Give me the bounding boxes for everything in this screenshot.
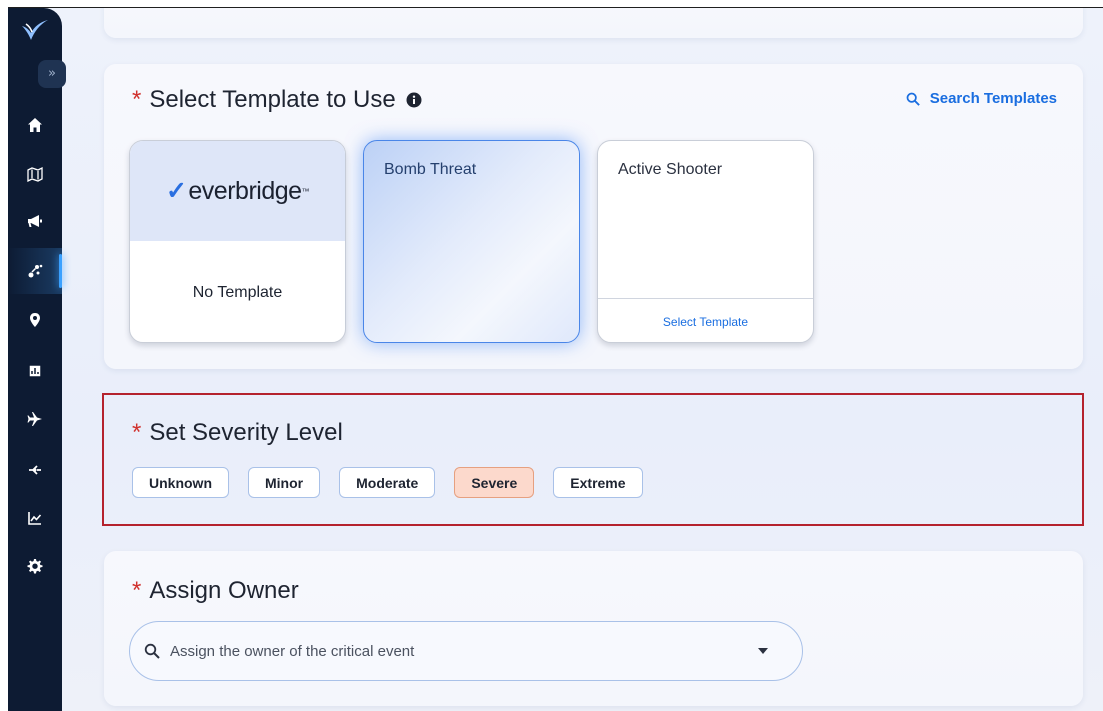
search-icon xyxy=(144,643,160,659)
expand-sidebar-button[interactable]: » xyxy=(38,60,66,88)
chevrons-right-icon: » xyxy=(48,66,56,81)
people-network-icon xyxy=(28,264,43,278)
line-chart-icon xyxy=(28,512,42,525)
previous-section-card xyxy=(104,8,1083,38)
severity-section-title: * Set Severity Level xyxy=(132,419,343,447)
template-section-title: * Select Template to Use xyxy=(132,86,422,114)
severity-severe-button[interactable]: Severe xyxy=(454,467,535,498)
location-pin-icon xyxy=(30,313,40,327)
nav-satellite[interactable] xyxy=(8,446,62,492)
checkmark-icon: ✓ xyxy=(165,177,187,205)
everbridge-logo-area: ✓ everbridge ™ xyxy=(130,141,345,241)
required-asterisk: * xyxy=(132,86,142,113)
megaphone-icon xyxy=(28,215,42,227)
nav-analytics[interactable] xyxy=(8,495,62,541)
owner-section: * Assign Owner xyxy=(104,551,1083,706)
nav-map[interactable] xyxy=(8,151,62,197)
owner-title-text: Assign Owner xyxy=(149,577,299,604)
everbridge-logo: ✓ everbridge ™ xyxy=(165,176,310,206)
nav-notifications[interactable] xyxy=(8,198,62,244)
sidebar: » xyxy=(8,8,66,711)
map-icon xyxy=(27,166,43,182)
app-logo-icon[interactable] xyxy=(20,18,50,42)
template-name: No Template xyxy=(192,283,283,301)
required-asterisk: * xyxy=(132,419,142,446)
owner-select-field[interactable] xyxy=(129,621,803,681)
template-name: Bomb Threat xyxy=(384,161,477,178)
template-section: * Select Template to Use Search Template… xyxy=(104,64,1083,369)
window-top-edge xyxy=(0,0,1103,8)
nav-critical-events[interactable] xyxy=(8,248,62,294)
app-frame: » * Select Template to Use Search Templa… xyxy=(8,8,1103,711)
template-card-bomb-threat[interactable]: Bomb Threat xyxy=(363,140,580,343)
template-name: Active Shooter xyxy=(618,161,723,178)
search-templates-label: Search Templates xyxy=(929,90,1057,107)
nav-locations[interactable] xyxy=(8,297,62,343)
nav-home[interactable] xyxy=(8,102,62,148)
nav-settings[interactable] xyxy=(8,543,62,589)
owner-search-input[interactable] xyxy=(170,642,730,660)
severity-section: * Set Severity Level Unknown Minor Moder… xyxy=(102,393,1084,526)
gear-icon xyxy=(27,559,43,574)
nav-reports[interactable] xyxy=(8,348,62,394)
template-card-no-template[interactable]: ✓ everbridge ™ No Template xyxy=(129,140,346,343)
template-title-text: Select Template to Use xyxy=(149,86,396,113)
window-left-edge xyxy=(0,0,8,711)
home-icon xyxy=(28,118,42,132)
severity-moderate-button[interactable]: Moderate xyxy=(339,467,436,498)
search-templates-link[interactable]: Search Templates xyxy=(906,90,1057,107)
owner-section-title: * Assign Owner xyxy=(132,577,299,605)
severity-unknown-button[interactable]: Unknown xyxy=(132,467,229,498)
severity-title-text: Set Severity Level xyxy=(149,419,343,446)
select-template-button[interactable]: Select Template xyxy=(598,299,813,342)
bar-chart-icon xyxy=(28,364,42,378)
search-icon xyxy=(906,92,920,106)
caret-down-icon[interactable] xyxy=(758,648,768,654)
satellite-icon xyxy=(29,465,41,475)
info-icon[interactable] xyxy=(406,92,422,108)
airplane-icon xyxy=(27,412,42,426)
severity-extreme-button[interactable]: Extreme xyxy=(553,467,643,498)
nav-travel[interactable] xyxy=(8,396,62,442)
severity-minor-button[interactable]: Minor xyxy=(248,467,321,498)
severity-options: Unknown Minor Moderate Severe Extreme xyxy=(132,467,662,498)
template-card-active-shooter[interactable]: Active Shooter Select Template xyxy=(597,140,814,343)
required-asterisk: * xyxy=(132,577,142,604)
